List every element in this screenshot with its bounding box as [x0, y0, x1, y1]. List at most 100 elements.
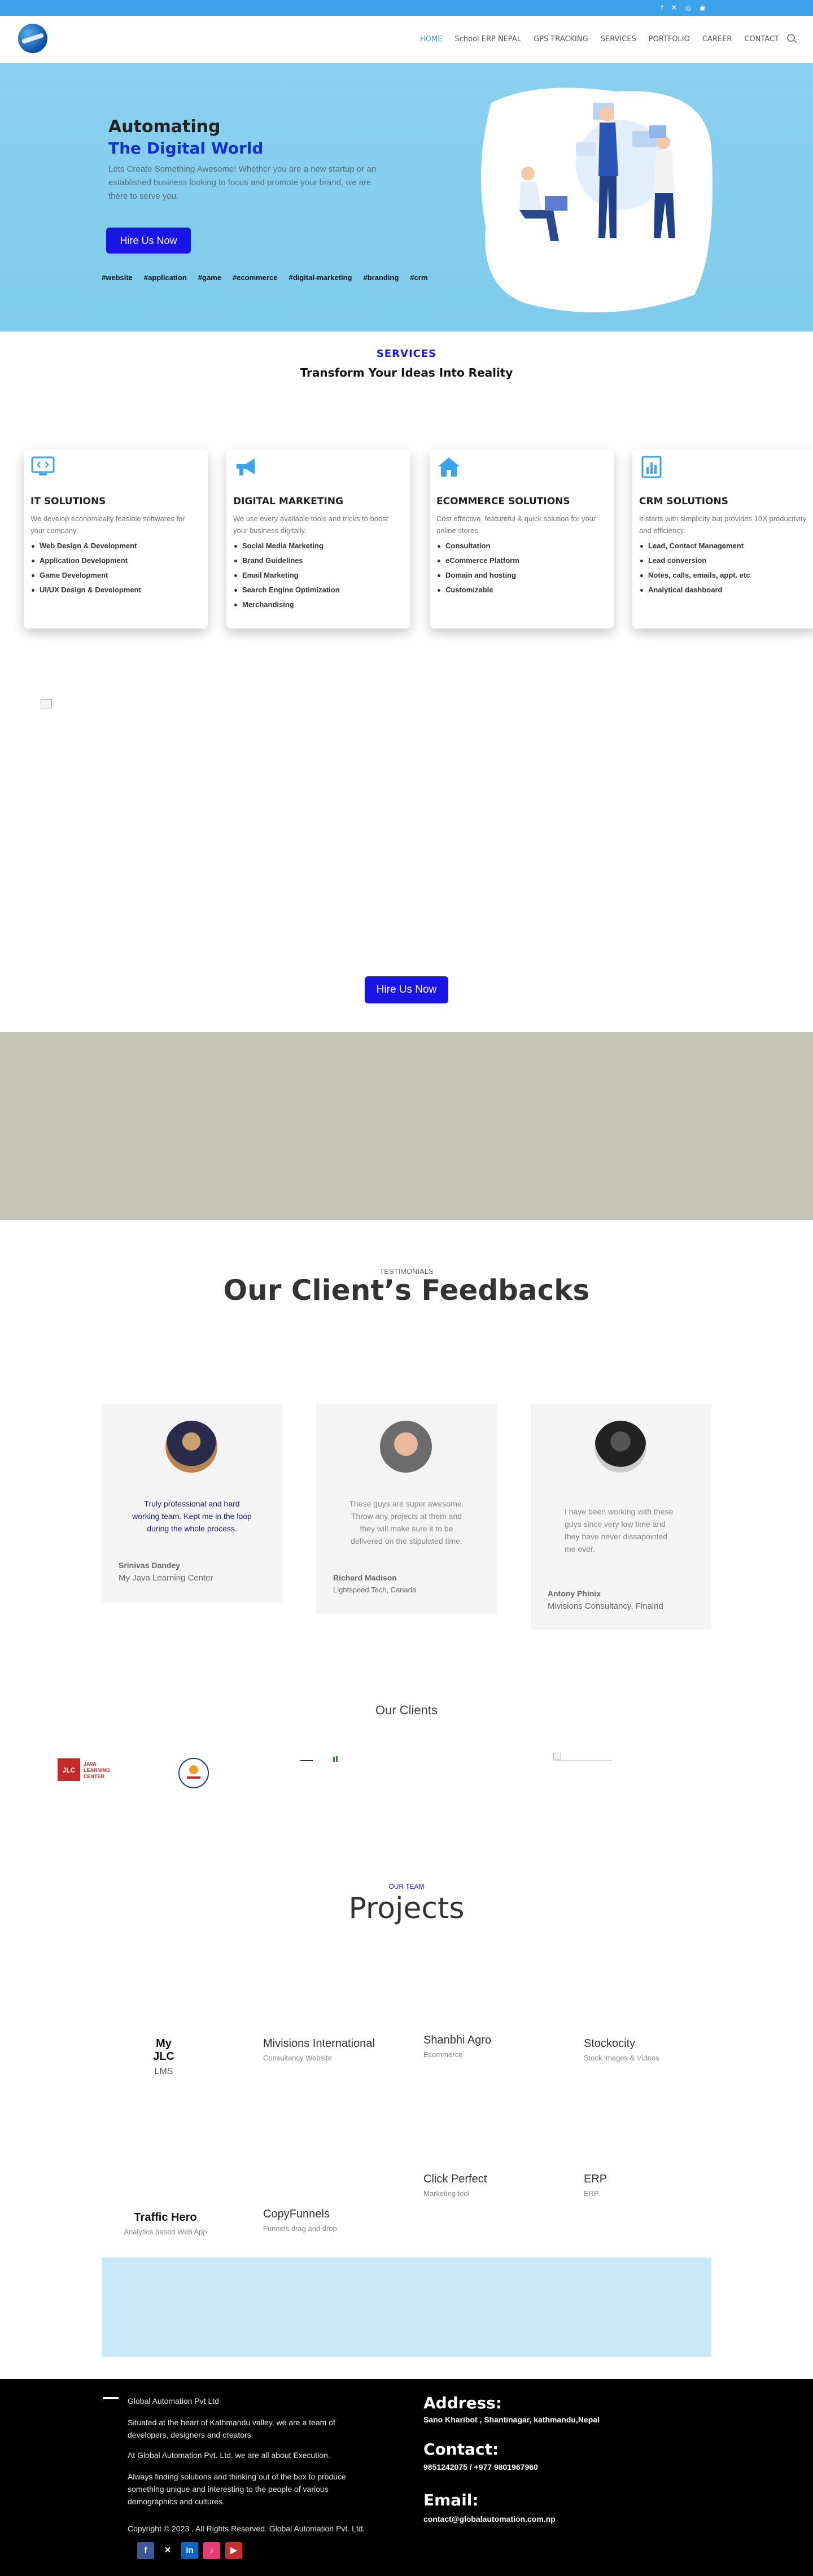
project-item[interactable]: ERP ERP [584, 2173, 607, 2198]
project-subtitle: Marketing tool [423, 2189, 470, 2198]
home-icon [438, 457, 460, 477]
testimonial-name: Antony Phinix [548, 1589, 601, 1598]
site-header: HOME School ERP NEPAL GPS TRACKING SERVI… [0, 16, 813, 63]
service-card-marketing: DIGITAL MARKETING We use every available… [226, 449, 410, 628]
list-item: Application Development [30, 553, 201, 568]
list-item: Brand Guidelines [233, 553, 404, 568]
tiktok-icon[interactable]: ♪ [203, 2542, 220, 2559]
avatar [165, 1421, 217, 1473]
card-desc: It starts with simplicity but provides 1… [639, 514, 807, 535]
hashtag-list: #website #application #game #ecommerce #… [102, 273, 427, 282]
client-logo-broken [553, 1753, 612, 1761]
email-text[interactable]: contact@globalautomation.com.np [423, 2514, 556, 2523]
light-blue-panel [102, 2258, 711, 2357]
list-item: Consultation [436, 539, 607, 553]
team-label: OUR TEAM [388, 1883, 425, 1890]
mivisions-logo [178, 1758, 209, 1788]
code-monitor-icon [31, 456, 55, 475]
svg-text:LEARNING: LEARNING [84, 1767, 110, 1773]
services-label: SERVICES [376, 348, 437, 360]
hero-title: Automating [108, 117, 221, 137]
card-desc: Cost effective, featureful & quick solut… [436, 514, 596, 535]
project-title: CopyFunnels [263, 2208, 330, 2220]
youtube-icon[interactable]: ▶ [225, 2542, 242, 2559]
list-item: Lead conversion [639, 553, 810, 568]
project-title: Click Perfect [423, 2173, 487, 2185]
list-item: eCommerce Platform [436, 553, 607, 568]
svg-text:JAVA: JAVA [84, 1761, 97, 1767]
x-icon[interactable]: ✕ [159, 2542, 176, 2559]
project-item[interactable]: CopyFunnels Funnels drag and drop [263, 2208, 337, 2233]
footer-copyright: Copyright © 2023 , All Rights Reserved. … [128, 2524, 365, 2533]
list-item: Notes, calls, emails, appt. etc [639, 568, 810, 583]
hire-us-button[interactable]: Hire Us Now [106, 228, 191, 254]
list-item: Lead, Contact Management [639, 539, 810, 553]
hero-subtitle: The Digital World [108, 139, 264, 158]
project-subtitle: ERP [584, 2189, 599, 2198]
contact-text[interactable]: 9851242075 / +977 9801967960 [423, 2463, 538, 2472]
list-item: Social Media Marketing [233, 539, 404, 553]
card-title: CRM SOLUTIONS [639, 496, 728, 507]
project-item[interactable]: Click Perfect Marketing tool [423, 2173, 487, 2198]
list-item: Domain and hosting [436, 568, 607, 583]
services-title: Transform Your Ideas Into Reality [300, 366, 513, 379]
hero-section: Automating The Digital World Lets Create… [0, 63, 813, 331]
hire-us-button-secondary[interactable]: Hire Us Now [365, 976, 448, 1003]
card-list: Web Design & Development Application Dev… [30, 539, 201, 597]
card-list: Lead, Contact Management Lead conversion… [639, 539, 810, 597]
hashtag: #ecommerce [232, 273, 278, 282]
avatar [380, 1421, 432, 1473]
java-learning-center-logo: JLC JAVA LEARNING CENTER [58, 1758, 110, 1781]
footer-about-2: At Global Automation Pvt. Ltd. we are al… [128, 2451, 330, 2460]
nav-home[interactable]: HOME [420, 35, 442, 43]
testimonial-card: These guys are super awesome. Throw any … [316, 1404, 497, 1614]
project-title: ERP [584, 2173, 607, 2185]
address-text: Sano Kharibot , Shantinagar, kathmandu,N… [423, 2415, 600, 2424]
project-subtitle: Consultancy Website [263, 2054, 332, 2062]
project-item[interactable]: Mivisions International Consultancy Webs… [263, 2037, 375, 2062]
project-subtitle: Stock images & Videos [584, 2054, 659, 2062]
instagram-icon[interactable]: ◎ [685, 3, 691, 12]
testimonials-title: Our Client’s Feedbacks [223, 1274, 590, 1307]
facebook-icon[interactable]: f [661, 3, 663, 12]
project-item[interactable]: My JLC LMS [146, 2037, 182, 2077]
nav-gps-tracking[interactable]: GPS TRACKING [534, 35, 588, 43]
facebook-icon[interactable]: f [137, 2542, 154, 2559]
testimonial-quote: These guys are super awesome. Throw any … [349, 1499, 464, 1545]
project-item[interactable]: Traffic Hero Analytics based Web App [102, 2211, 229, 2236]
video-placeholder-band [0, 1032, 813, 1220]
testimonial-card: Truly professional and hard working team… [102, 1404, 282, 1603]
card-desc: We develop economically feasible softwar… [30, 514, 185, 535]
bar-chart-icon [641, 456, 662, 478]
svg-text:CENTER: CENTER [84, 1774, 105, 1779]
search-icon[interactable] [787, 34, 795, 42]
linkedin-icon[interactable]: in [181, 2542, 198, 2559]
nav-services[interactable]: SERVICES [601, 35, 636, 43]
rss-icon[interactable]: ◉ [700, 3, 706, 12]
nav-contact[interactable]: CONTACT [744, 35, 779, 43]
list-item: Merchandising [233, 597, 404, 612]
service-card-crm: CRM SOLUTIONS It starts with simplicity … [632, 449, 813, 628]
nav-portfolio[interactable]: PORTFOLIO [649, 35, 690, 43]
site-footer: Global Automation Pvt Ltd Situated at th… [0, 2379, 813, 2576]
list-item: UI/UX Design & Development [30, 583, 201, 597]
testimonial-name: Richard Madison [333, 1573, 397, 1582]
testimonial-org: Mivisions Consultancy, Finalnd [548, 1601, 663, 1611]
clients-title: Our Clients [375, 1703, 438, 1717]
nav-career[interactable]: CAREER [702, 35, 732, 43]
email-heading: Email: [423, 2491, 479, 2509]
hero-text: Lets Create Something Awesome! Whether y… [108, 164, 377, 201]
projects-title: Projects [348, 1892, 465, 1926]
service-card-ecommerce: ECOMMERCE SOLUTIONS Cost effective, feat… [430, 449, 614, 628]
nav-school-erp[interactable]: School ERP NEPAL [454, 35, 521, 43]
x-icon[interactable]: ✕ [671, 3, 677, 12]
testimonial-org: Lightspeed Tech, Canada [333, 1586, 417, 1594]
card-title: ECOMMERCE SOLUTIONS [436, 496, 570, 507]
project-item[interactable]: Shanbhi Agro Ecommerce [423, 2034, 491, 2059]
footer-company: Global Automation Pvt Ltd [128, 2396, 219, 2405]
megaphone-icon [237, 459, 255, 475]
project-item[interactable]: Stockocity Stock images & Videos [584, 2037, 659, 2062]
globe-logo-icon[interactable] [18, 24, 47, 53]
contact-heading: Contact: [423, 2440, 499, 2459]
address-heading: Address: [423, 2394, 502, 2412]
